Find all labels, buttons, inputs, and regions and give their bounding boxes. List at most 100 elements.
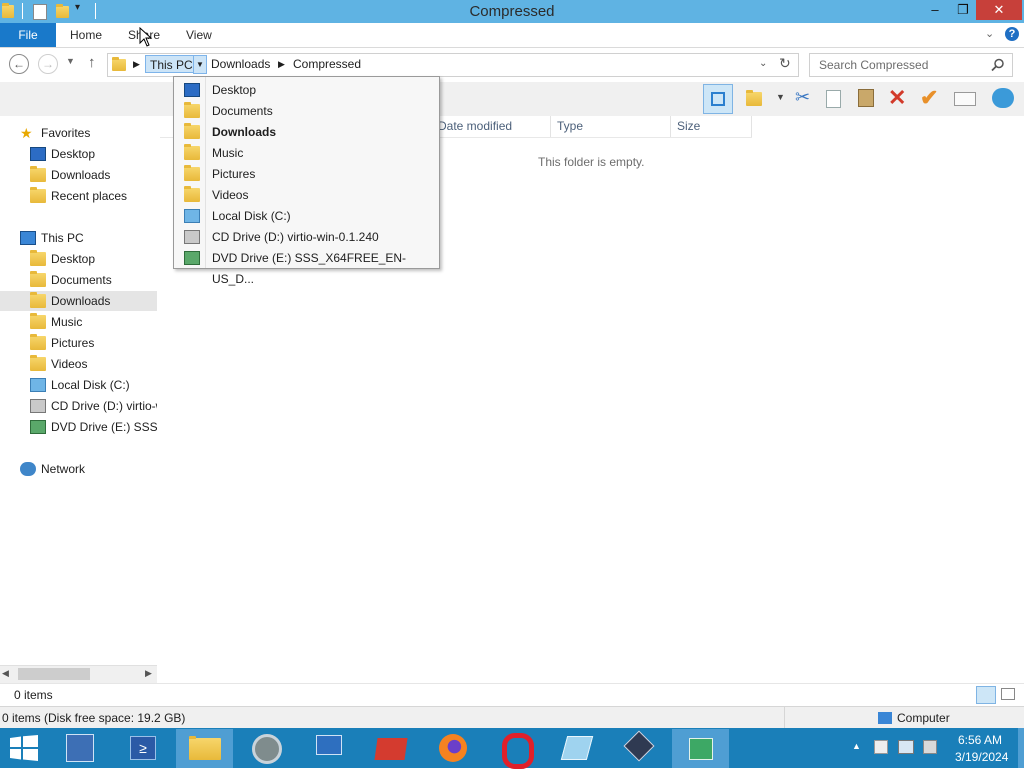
nav-pc-downloads[interactable]: Downloads — [0, 291, 157, 311]
nav-pc-videos[interactable]: Videos — [0, 354, 157, 374]
nav-pc-documents[interactable]: Documents — [0, 270, 157, 290]
nav-favorites[interactable]: ★ Favorites — [0, 123, 157, 143]
network-globe-icon[interactable] — [992, 88, 1014, 108]
restore-button[interactable]: ❐ — [950, 0, 976, 20]
dropdown-item-desktop[interactable]: Desktop — [174, 80, 439, 101]
nav-horizontal-scrollbar[interactable]: ◀ ▶ — [0, 665, 157, 683]
server-manager-icon[interactable] — [62, 732, 100, 764]
nav-pc-desktop[interactable]: Desktop — [0, 249, 157, 269]
column-date-modified[interactable]: Date modified — [434, 116, 551, 137]
chevron-down-icon[interactable]: ▼ — [776, 92, 785, 102]
notes-app-icon[interactable] — [558, 732, 596, 764]
large-icons-view-button[interactable] — [1001, 688, 1015, 700]
file-explorer-taskbar-button[interactable] — [176, 729, 233, 768]
nav-network-label: Network — [41, 462, 86, 476]
cut-icon[interactable]: ✂ — [795, 87, 810, 108]
dropdown-item-label: Documents — [212, 104, 273, 118]
close-button[interactable]: ✕ — [976, 0, 1022, 20]
clock-time[interactable]: 6:56 AM — [958, 733, 1002, 747]
preview-pane-button[interactable] — [703, 84, 733, 114]
nav-label: Music — [51, 315, 83, 329]
dropdown-item-label: CD Drive (D:) virtio-win-0.1.240 — [212, 230, 379, 244]
breadcrumb-downloads[interactable]: Downloads — [211, 57, 270, 71]
dropdown-item-dvd-drive[interactable]: DVD Drive (E:) SSS_X64FREE_EN-US_D... — [174, 248, 439, 286]
installer-taskbar-button[interactable] — [672, 729, 729, 768]
rename-icon[interactable]: ✔ — [920, 85, 938, 111]
nav-this-pc[interactable]: This PC — [0, 228, 157, 248]
nav-favorites-recent[interactable]: Recent places — [0, 186, 157, 206]
folder-options-icon[interactable] — [746, 90, 762, 106]
help-icon[interactable]: ? — [1005, 27, 1019, 41]
windows-start-icon[interactable] — [10, 735, 38, 761]
action-center-icon[interactable] — [874, 740, 888, 754]
paste-icon[interactable] — [858, 89, 874, 107]
nav-pc-cd-drive[interactable]: CD Drive (D:) virtio-win-0.1.240 — [0, 396, 157, 416]
chevron-right-icon[interactable]: ▶ — [278, 59, 285, 70]
dropdown-item-local-disk[interactable]: Local Disk (C:) — [174, 206, 439, 227]
star-icon: ★ — [20, 125, 33, 141]
back-button[interactable]: ← — [9, 54, 29, 74]
show-desktop-button[interactable] — [1018, 728, 1024, 768]
nav-favorites-downloads[interactable]: Downloads — [0, 165, 157, 185]
window-title: Compressed — [469, 3, 555, 20]
firefox-icon[interactable] — [434, 732, 472, 764]
scroll-thumb[interactable] — [18, 668, 90, 680]
show-hidden-icons-icon[interactable]: ▲ — [852, 741, 861, 751]
expand-ribbon-icon[interactable]: ⌄ — [985, 27, 994, 40]
remote-desktop-icon[interactable] — [310, 732, 348, 764]
pane-icon — [711, 92, 725, 106]
details-view-button[interactable] — [976, 686, 996, 704]
nav-pc-music[interactable]: Music — [0, 312, 157, 332]
address-history-icon[interactable]: ⌄ — [759, 58, 767, 69]
media-player-icon[interactable] — [620, 730, 658, 764]
chevron-down-icon[interactable]: ▼ — [193, 55, 207, 74]
dropdown-item-videos[interactable]: Videos — [174, 185, 439, 206]
column-type[interactable]: Type — [553, 116, 671, 137]
chrome-icon[interactable] — [248, 732, 286, 764]
minimize-button[interactable]: – — [922, 0, 948, 20]
nav-favorites-label: Favorites — [41, 126, 91, 140]
delete-icon[interactable]: ✕ — [888, 85, 906, 111]
breadcrumb-this-pc[interactable]: This PC — [145, 55, 198, 73]
computer-icon — [20, 231, 36, 245]
forward-button[interactable]: → — [38, 54, 58, 74]
up-button[interactable]: ↑ — [88, 54, 96, 71]
dropdown-item-music[interactable]: Music — [174, 143, 439, 164]
address-bar[interactable]: ▶ This PC ▼ Downloads ▶ Compressed ⌄ ↻ — [107, 53, 799, 77]
tab-view[interactable]: View — [186, 28, 212, 42]
clock-date[interactable]: 3/19/2024 — [955, 750, 1008, 764]
nav-network[interactable]: Network — [0, 459, 157, 479]
dropdown-item-documents[interactable]: Documents — [174, 101, 439, 122]
network-status-icon[interactable] — [898, 740, 914, 754]
nav-pc-dvd-drive[interactable]: DVD Drive (E:) SSS_X64FREE_EN-US_DV9 — [0, 417, 157, 437]
scroll-right-icon[interactable]: ▶ — [145, 668, 152, 679]
dropdown-item-cd-drive[interactable]: CD Drive (D:) virtio-win-0.1.240 — [174, 227, 439, 248]
toolbox-icon[interactable] — [372, 732, 410, 764]
dropdown-item-label: Desktop — [212, 83, 257, 97]
refresh-icon[interactable]: ↻ — [779, 55, 791, 72]
tab-file[interactable]: File — [0, 23, 56, 47]
powershell-icon[interactable]: ≥ — [124, 732, 162, 764]
nav-pc-pictures[interactable]: Pictures — [0, 333, 157, 353]
search-icon[interactable] — [991, 58, 1005, 72]
volume-icon[interactable] — [923, 740, 937, 754]
documents-folder-icon — [30, 271, 46, 287]
dropdown-item-downloads[interactable]: Downloads — [174, 122, 439, 143]
opera-icon[interactable] — [496, 732, 534, 769]
properties-icon[interactable] — [954, 92, 976, 106]
chevron-right-icon[interactable]: ▶ — [133, 59, 140, 70]
column-size[interactable]: Size — [673, 116, 752, 137]
nav-label: Local Disk (C:) — [51, 378, 130, 392]
search-box[interactable]: Search Compressed — [809, 53, 1013, 77]
installer-icon — [689, 738, 713, 760]
nav-label: Desktop — [51, 147, 96, 161]
tab-home[interactable]: Home — [70, 28, 102, 42]
nav-favorites-desktop[interactable]: Desktop — [0, 144, 157, 164]
dropdown-item-label: Downloads — [212, 125, 277, 139]
dropdown-item-pictures[interactable]: Pictures — [174, 164, 439, 185]
scroll-left-icon[interactable]: ◀ — [2, 668, 9, 679]
breadcrumb-compressed[interactable]: Compressed — [293, 57, 361, 71]
recent-locations-icon[interactable]: ▼ — [66, 56, 75, 66]
nav-pc-local-disk[interactable]: Local Disk (C:) — [0, 375, 157, 395]
copy-icon[interactable] — [826, 90, 841, 108]
